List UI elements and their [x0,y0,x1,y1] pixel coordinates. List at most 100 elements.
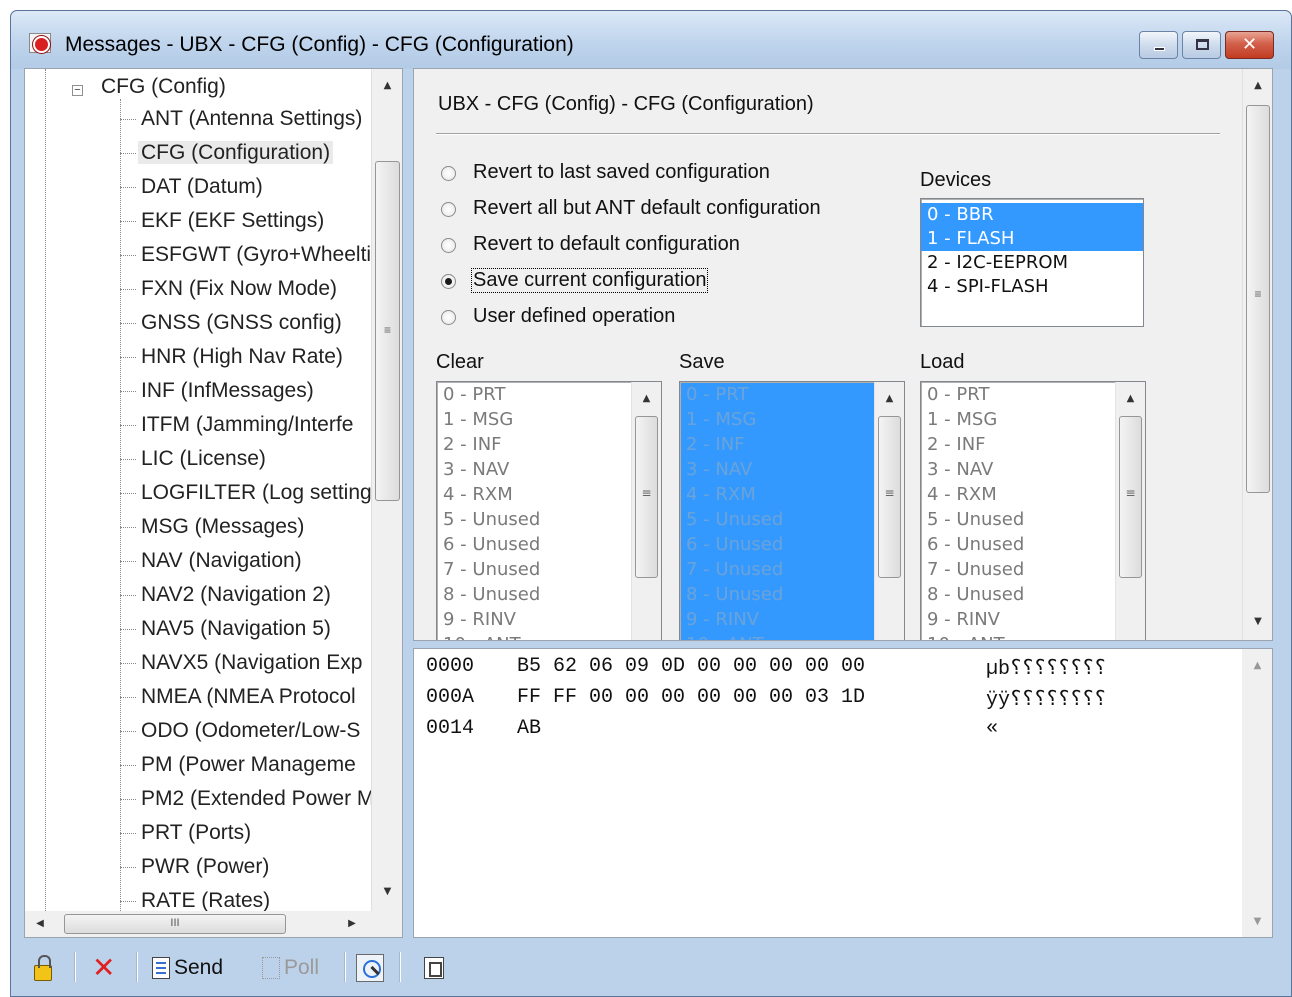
tree-item[interactable]: HNR (High Nav Rate) [120,345,380,377]
section-item[interactable]: 3 - NAV [437,457,661,482]
tree-item[interactable]: LOGFILTER (Log setting [120,481,380,513]
tree-item[interactable]: ANT (Antenna Settings) [120,107,380,139]
tree-item[interactable]: NAV2 (Navigation 2) [120,583,380,615]
device-item[interactable]: 4 - SPI-FLASH [921,275,1143,299]
tree-item[interactable]: DAT (Datum) [120,175,380,207]
section-item[interactable]: 2 - INF [437,432,661,457]
message-tree[interactable]: − CFG (Config) ANT (Antenna Settings) CFG… [24,68,403,938]
tools-toggle-button[interactable] [356,950,384,986]
scroll-left-arrow[interactable]: ◀ [29,911,51,937]
section-item[interactable]: 7 - Unused [680,557,904,582]
section-item[interactable]: 9 - RINV [437,607,661,632]
tree-item[interactable]: PM (Power Manageme [120,753,380,785]
config-vertical-scrollbar[interactable]: ▲ ≡ ▼ [1242,69,1272,640]
tree-horizontal-scrollbar[interactable]: ◀ III ▶ [24,911,403,938]
section-item[interactable]: 0 - PRT [680,382,904,407]
section-item[interactable]: 6 - Unused [921,532,1145,557]
scroll-down-arrow[interactable]: ▼ [1242,911,1272,933]
section-item[interactable]: 1 - MSG [437,407,661,432]
close-button[interactable]: ✕ [1225,31,1274,59]
scroll-up-arrow[interactable]: ▲ [1243,75,1272,97]
scroll-up-arrow[interactable]: ▲ [372,75,402,97]
radio-button[interactable] [441,238,456,253]
listbox-scrollbar[interactable]: ▲ ≡ [1115,382,1145,640]
clear-button[interactable]: ✕ [92,950,115,986]
section-item[interactable]: 8 - Unused [437,582,661,607]
title-bar[interactable]: Messages - UBX - CFG (Config) - CFG (Con… [11,11,1291,69]
section-item[interactable]: 7 - Unused [921,557,1145,582]
section-item[interactable]: 9 - RINV [680,607,904,632]
scroll-up-arrow[interactable]: ▲ [632,388,661,410]
radio-button[interactable] [441,310,456,325]
section-item[interactable]: 1 - MSG [680,407,904,432]
scroll-right-arrow[interactable]: ▶ [341,911,363,937]
tree-item[interactable]: NAVX5 (Navigation Exp [120,651,380,683]
scroll-up-arrow[interactable]: ▲ [1242,655,1272,677]
clear-listbox[interactable]: 0 - PRT 1 - MSG 2 - INF 3 - NAV 4 - RXM 5 - U… [436,381,662,640]
section-item[interactable]: 6 - Unused [437,532,661,557]
scroll-down-arrow[interactable]: ▼ [1243,611,1272,633]
section-item[interactable]: 4 - RXM [680,482,904,507]
section-item[interactable]: 3 - NAV [680,457,904,482]
tree-item[interactable]: LIC (License) [120,447,380,479]
scroll-up-arrow[interactable]: ▲ [875,388,904,410]
radio-button[interactable] [441,166,456,181]
tree-root-cfg[interactable]: CFG (Config) [101,75,226,99]
section-item[interactable]: 2 - INF [680,432,904,457]
tree-vertical-scrollbar[interactable]: ▲ ≡ ▼ [371,69,402,911]
tree-item[interactable]: EKF (EKF Settings) [120,209,380,241]
hex-dump-panel[interactable]: 0000 B5 62 06 09 0D 00 00 00 00 00 µb⸮⸮⸮⸮⸮… [413,648,1273,938]
app-icon[interactable] [29,33,51,53]
section-item[interactable]: 5 - Unused [437,507,661,532]
radio-button[interactable] [441,274,456,289]
section-item[interactable]: 2 - INF [921,432,1145,457]
load-listbox[interactable]: 0 - PRT 1 - MSG 2 - INF 3 - NAV 4 - RXM 5 - U… [920,381,1146,640]
section-item[interactable]: 10 - ANT [437,632,661,640]
tree-item[interactable]: NAV5 (Navigation 5) [120,617,380,649]
section-item[interactable]: 10 - ANT [680,632,904,640]
scroll-down-arrow[interactable]: ▼ [372,881,402,903]
tree-item[interactable]: NMEA (NMEA Protocol [120,685,380,717]
section-item[interactable]: 10 - ANT [921,632,1145,640]
listbox-scrollbar[interactable]: ▲ ≡ [874,382,904,640]
tree-item[interactable]: NAV (Navigation) [120,549,380,581]
tree-item[interactable]: GNSS (GNSS config) [120,311,380,343]
tree-item[interactable]: PWR (Power) [120,855,380,887]
section-item[interactable]: 8 - Unused [680,582,904,607]
tree-item[interactable]: ODO (Odometer/Low-S [120,719,380,751]
device-item[interactable]: 0 - BBR [921,203,1143,227]
tree-item[interactable]: PM2 (Extended Power M [120,787,380,819]
radio-button[interactable] [441,202,456,217]
tree-collapse-toggle[interactable]: − [72,85,83,96]
section-item[interactable]: 0 - PRT [437,382,661,407]
section-item[interactable]: 7 - Unused [437,557,661,582]
section-item[interactable]: 6 - Unused [680,532,904,557]
save-listbox[interactable]: 0 - PRT 1 - MSG 2 - INF 3 - NAV 4 - RXM 5 - U… [679,381,905,640]
section-item[interactable]: 4 - RXM [921,482,1145,507]
tree-item[interactable]: ITFM (Jamming/Interfe [120,413,380,445]
section-item[interactable]: 5 - Unused [921,507,1145,532]
poll-button[interactable]: Poll [262,950,319,986]
tree-item[interactable]: CFG (Configuration) [120,141,380,173]
lock-button[interactable] [34,950,52,986]
tree-item[interactable]: MSG (Messages) [120,515,380,547]
section-item[interactable]: 8 - Unused [921,582,1145,607]
devices-listbox[interactable]: 0 - BBR 1 - FLASH 2 - I2C-EEPROM 4 - SPI-FL… [920,198,1144,327]
maximize-button[interactable] [1182,31,1221,59]
tree-item[interactable]: INF (InfMessages) [120,379,380,411]
section-item[interactable]: 0 - PRT [921,382,1145,407]
hex-vertical-scrollbar[interactable]: ▲ ▼ [1242,649,1272,937]
section-item[interactable]: 9 - RINV [921,607,1145,632]
tree-item[interactable]: PRT (Ports) [120,821,380,853]
scroll-up-arrow[interactable]: ▲ [1116,388,1145,410]
listbox-scrollbar[interactable]: ▲ ≡ [631,382,661,640]
send-button[interactable]: Send [152,950,223,986]
section-item[interactable]: 4 - RXM [437,482,661,507]
device-item[interactable]: 1 - FLASH [921,227,1143,251]
tree-item[interactable]: ESFGWT (Gyro+Wheelti [120,243,380,275]
section-item[interactable]: 3 - NAV [921,457,1145,482]
export-button[interactable] [424,950,444,986]
section-item[interactable]: 1 - MSG [921,407,1145,432]
section-item[interactable]: 5 - Unused [680,507,904,532]
device-item[interactable]: 2 - I2C-EEPROM [921,251,1143,275]
